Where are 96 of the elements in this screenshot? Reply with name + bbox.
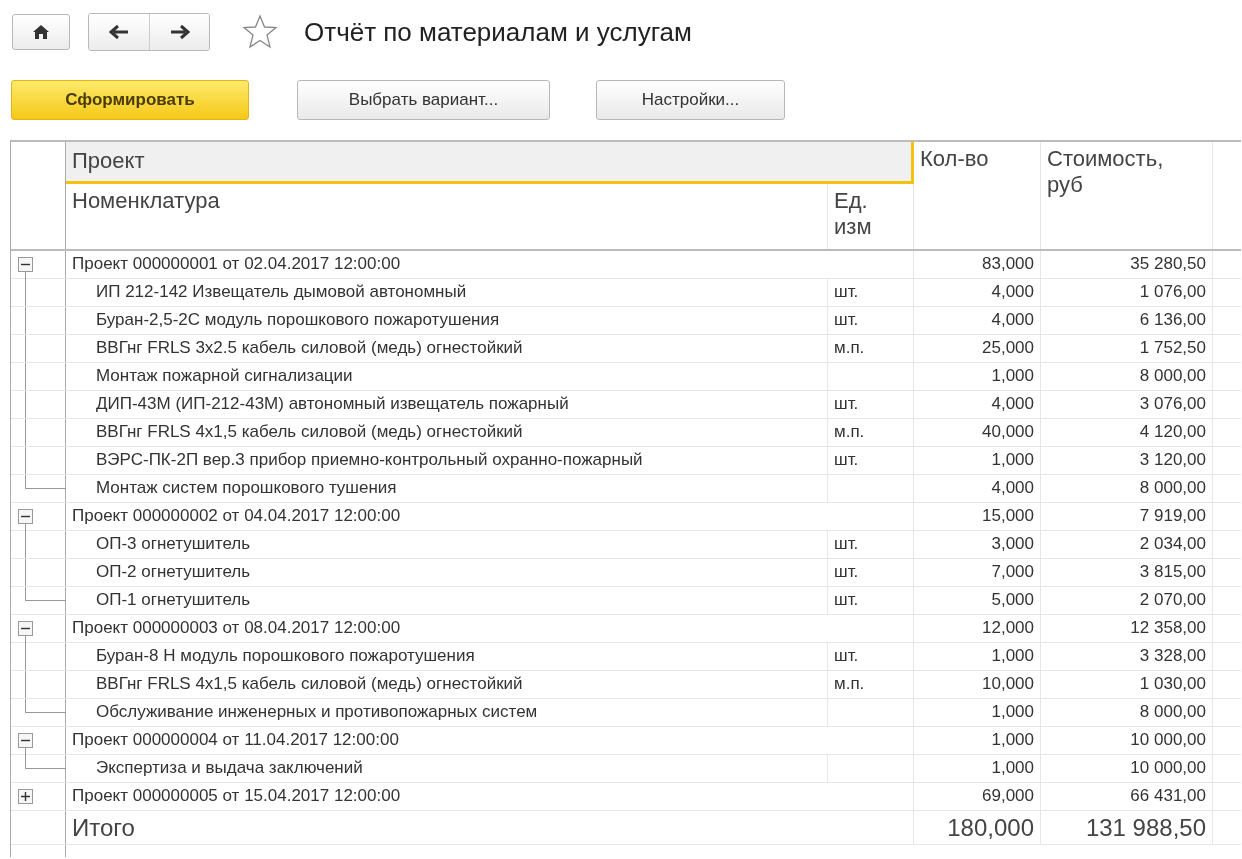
table-cell: 3 328,00 bbox=[1041, 643, 1213, 670]
table-cell: 1 076,00 bbox=[1041, 279, 1213, 306]
column-header[interactable]: Ед. изм bbox=[828, 184, 914, 249]
table-cell: Проект 000000001 от 02.04.2017 12:00:00 bbox=[66, 251, 914, 278]
table-cell: 3 815,00 bbox=[1041, 559, 1213, 586]
table-cell: ИП 212-142 Извещатель дымовой автономный bbox=[66, 279, 828, 306]
table-cell: Проект 000000005 от 15.04.2017 12:00:00 bbox=[66, 783, 914, 810]
table-cell: ВВГнг FRLS 3х2.5 кабель силовой (медь) огнестойкий bbox=[66, 335, 828, 362]
table-cell: ВЭРС-ПК-2П вер.3 прибор приемно-контрольный охранно-пожарный bbox=[66, 447, 828, 474]
table-cell: Проект 000000003 от 08.04.2017 12:00:00 bbox=[66, 615, 914, 642]
window-title: Отчёт по материалам и услугам bbox=[304, 16, 692, 48]
table-cell: 4,000 bbox=[914, 475, 1041, 502]
table-cell: 1,000 bbox=[914, 643, 1041, 670]
table-cell: 10,000 bbox=[914, 671, 1041, 698]
table-cell: ВВГнг FRLS 4х1,5 кабель силовой (медь) огнестойкий bbox=[66, 419, 828, 446]
table-cell: ОП-2 огнетушитель bbox=[66, 559, 828, 586]
table-cell: 6 136,00 bbox=[1041, 307, 1213, 334]
table-cell: Монтаж систем порошкового тушения bbox=[66, 475, 828, 502]
table-cell: м.п. bbox=[828, 671, 914, 698]
table-cell: 4,000 bbox=[914, 307, 1041, 334]
table-cell: 1,000 bbox=[914, 447, 1041, 474]
arrow-right-icon bbox=[169, 24, 190, 40]
collapse-icon[interactable] bbox=[18, 257, 33, 272]
table-cell: 25,000 bbox=[914, 335, 1041, 362]
table-cell: Обслуживание инженерных и противопожарных систем bbox=[66, 699, 828, 726]
table-cell: 1,000 bbox=[914, 727, 1041, 754]
table-cell: 7 919,00 bbox=[1041, 503, 1213, 530]
table-cell: 180,000 bbox=[914, 811, 1041, 844]
home-button[interactable] bbox=[12, 14, 70, 50]
table-cell: 1,000 bbox=[914, 699, 1041, 726]
table-cell: 131 988,50 bbox=[1041, 811, 1213, 844]
table-cell: 4 120,00 bbox=[1041, 419, 1213, 446]
table-cell: 8 000,00 bbox=[1041, 475, 1213, 502]
table-cell: 1,000 bbox=[914, 363, 1041, 390]
table-cell: 69,000 bbox=[914, 783, 1041, 810]
table-cell: м.п. bbox=[828, 335, 914, 362]
table-cell: Проект 000000002 от 04.04.2017 12:00:00 bbox=[66, 503, 914, 530]
table-cell: шт. bbox=[828, 447, 914, 474]
table-cell: Проект 000000004 от 11.04.2017 12:00:00 bbox=[66, 727, 914, 754]
table-cell: 4,000 bbox=[914, 279, 1041, 306]
table-cell: 8 000,00 bbox=[1041, 363, 1213, 390]
collapse-icon[interactable] bbox=[18, 621, 33, 636]
column-header[interactable]: Стоимость, руб bbox=[1041, 142, 1213, 249]
table-cell: 10 000,00 bbox=[1041, 727, 1213, 754]
table-cell: Монтаж пожарной сигнализации bbox=[66, 363, 828, 390]
table-cell: ОП-1 огнетушитель bbox=[66, 587, 828, 614]
action-button[interactable]: Сформировать bbox=[11, 80, 249, 120]
table-cell: 12 358,00 bbox=[1041, 615, 1213, 642]
table-cell: 3 076,00 bbox=[1041, 391, 1213, 418]
table-cell: 4,000 bbox=[914, 391, 1041, 418]
column-header[interactable]: Проект bbox=[66, 142, 914, 184]
table-cell: ОП-3 огнетушитель bbox=[66, 531, 828, 558]
table-cell: 8 000,00 bbox=[1041, 699, 1213, 726]
table-cell: шт. bbox=[828, 559, 914, 586]
table-cell: шт. bbox=[828, 531, 914, 558]
column-header[interactable]: Кол-во bbox=[914, 142, 1041, 249]
action-button[interactable]: Настройки... bbox=[596, 80, 785, 120]
table-cell: 2 034,00 bbox=[1041, 531, 1213, 558]
tree-line bbox=[25, 748, 66, 769]
table-cell: шт. bbox=[828, 587, 914, 614]
collapse-icon[interactable] bbox=[18, 509, 33, 524]
table-cell: 40,000 bbox=[914, 419, 1041, 446]
back-button[interactable] bbox=[89, 14, 149, 50]
table-cell: 66 431,00 bbox=[1041, 783, 1213, 810]
table-cell: шт. bbox=[828, 307, 914, 334]
table-cell: ДИП-43М (ИП-212-43М) автономный извещатель пожарный bbox=[66, 391, 828, 418]
table-cell: 83,000 bbox=[914, 251, 1041, 278]
table-cell: шт. bbox=[828, 391, 914, 418]
table-cell: 5,000 bbox=[914, 587, 1041, 614]
table-cell: 1 030,00 bbox=[1041, 671, 1213, 698]
table-cell: м.п. bbox=[828, 419, 914, 446]
table-cell: Экспертиза и выдача заключений bbox=[66, 755, 828, 782]
home-icon bbox=[32, 24, 50, 40]
star-icon[interactable] bbox=[242, 14, 278, 50]
table-cell: шт. bbox=[828, 643, 914, 670]
column-header[interactable]: Номенклатура bbox=[66, 184, 828, 249]
table-cell: 3 120,00 bbox=[1041, 447, 1213, 474]
table-cell: 2 070,00 bbox=[1041, 587, 1213, 614]
action-button[interactable]: Выбрать вариант... bbox=[297, 80, 550, 120]
table-cell: Буран-2,5-2С модуль порошкового пожаротушения bbox=[66, 307, 828, 334]
table-cell: 35 280,50 bbox=[1041, 251, 1213, 278]
table-cell: 15,000 bbox=[914, 503, 1041, 530]
table-cell: 12,000 bbox=[914, 615, 1041, 642]
table-cell: шт. bbox=[828, 279, 914, 306]
table-cell: 10 000,00 bbox=[1041, 755, 1213, 782]
table-cell: ВВГнг FRLS 4х1,5 кабель силовой (медь) огнестойкий bbox=[66, 671, 828, 698]
table-cell: Итого bbox=[66, 811, 914, 844]
arrow-left-icon bbox=[109, 24, 129, 40]
table-cell: 1,000 bbox=[914, 755, 1041, 782]
table-cell: 1 752,50 bbox=[1041, 335, 1213, 362]
table-cell: Буран-8 Н модуль порошкового пожаротушения bbox=[66, 643, 828, 670]
expand-icon[interactable] bbox=[18, 789, 33, 804]
table-cell: 7,000 bbox=[914, 559, 1041, 586]
forward-button[interactable] bbox=[149, 14, 209, 50]
table-cell: 3,000 bbox=[914, 531, 1041, 558]
collapse-icon[interactable] bbox=[18, 733, 33, 748]
